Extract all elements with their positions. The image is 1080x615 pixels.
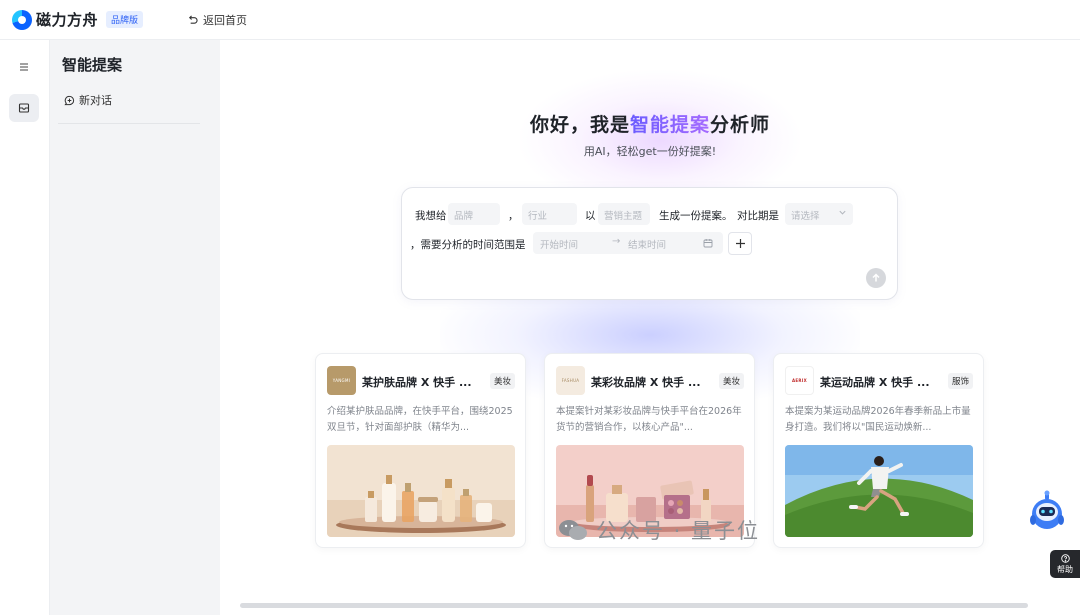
new-chat-label: 新对话 bbox=[79, 94, 112, 107]
date-range-picker[interactable]: 开始时间 → 结束时间 bbox=[533, 232, 723, 254]
plus-icon bbox=[735, 239, 745, 248]
card-tag: 服饰 bbox=[947, 373, 973, 389]
brand-input[interactable]: 品牌 bbox=[448, 203, 500, 225]
card-description: 本提案为某运动品牌2026年春季新品上市量身打造。我们将以"国民运动焕新... bbox=[785, 406, 971, 433]
prompt-text-1: 我想给 bbox=[415, 210, 447, 222]
hero-title: 你好，我是智能提案分析师 bbox=[220, 110, 1080, 137]
logo-text: 磁力方舟 bbox=[36, 11, 99, 29]
sidebar-divider bbox=[58, 123, 200, 124]
help-button[interactable]: 帮助 bbox=[1050, 550, 1080, 578]
compare-period-placeholder: 请选择 bbox=[791, 211, 820, 222]
undo-icon bbox=[189, 15, 198, 24]
industry-input[interactable]: 行业 bbox=[522, 203, 577, 225]
icon-rail bbox=[0, 40, 50, 615]
card-description: 本提案针对某彩妆品牌与快手平台在2026年货节的营销合作，以核心产品"... bbox=[556, 406, 742, 433]
top-bar: 磁力方舟 品牌版 返回首页 bbox=[0, 0, 1080, 40]
proposal-nav-button[interactable] bbox=[9, 94, 39, 122]
calendar-icon bbox=[703, 239, 713, 248]
send-button[interactable] bbox=[866, 268, 886, 288]
horizontal-scrollbar[interactable] bbox=[240, 603, 1028, 608]
help-label: 帮助 bbox=[1057, 564, 1073, 574]
start-date-placeholder: 开始时间 bbox=[540, 240, 579, 251]
help-icon bbox=[1060, 553, 1070, 563]
prompt-text-2: 以 bbox=[585, 210, 596, 222]
end-date-placeholder: 结束时间 bbox=[628, 240, 667, 251]
sidebar-title: 智能提案 bbox=[62, 56, 123, 74]
hero-title-prefix: 你好，我是 bbox=[529, 114, 630, 136]
skincare-products-image bbox=[327, 445, 515, 537]
card-description: 介绍某护肤品品牌，在快手平台，围绕2025双旦节，针对面部护肤（精华为... bbox=[327, 406, 513, 433]
card-title: 某运动品牌 X 快手 ... bbox=[820, 376, 930, 389]
hero-subtitle: 用AI，轻松get一份好提案! bbox=[583, 145, 717, 158]
card-title: 某彩妆品牌 X 快手 ... bbox=[591, 376, 701, 389]
sidebar: 智能提案 新对话 bbox=[50, 40, 220, 615]
arrow-up-icon bbox=[872, 273, 880, 282]
prompt-text-4: 对比期是 bbox=[737, 210, 779, 222]
brand-logo: AERIX bbox=[785, 366, 814, 395]
inbox-icon bbox=[18, 103, 30, 113]
watermark-text: 公众号 · 量子位 bbox=[596, 519, 761, 543]
card-tag: 美妆 bbox=[718, 373, 744, 389]
menu-toggle-button[interactable] bbox=[9, 53, 39, 81]
chevron-down-icon bbox=[839, 210, 846, 215]
edition-badge: 品牌版 bbox=[106, 11, 144, 28]
watermark: 公众号 · 量子位 bbox=[558, 515, 760, 545]
logo-icon bbox=[12, 9, 32, 30]
brand-logo: FASHUA bbox=[556, 366, 585, 395]
topic-input[interactable]: 营销主题 bbox=[598, 203, 650, 225]
prompt-text-5: ，需要分析的时间范围是 bbox=[410, 239, 526, 251]
prompt-text-3: 生成一份提案。 bbox=[659, 210, 733, 222]
prompt-comma-1: ， bbox=[508, 210, 519, 222]
range-arrow-icon: → bbox=[612, 236, 621, 247]
wechat-icon bbox=[559, 520, 587, 540]
add-condition-button[interactable] bbox=[728, 232, 752, 255]
card-title: 某护肤品牌 X 快手 ... bbox=[362, 376, 472, 389]
brand-logo: YANGMI bbox=[327, 366, 356, 395]
prompt-composer: 我想给 品牌 ， 行业 以 营销主题 生成一份提案。 对比期是 请选择 ，需要分… bbox=[401, 187, 898, 300]
new-chat-button[interactable]: 新对话 bbox=[64, 92, 112, 108]
add-chat-icon bbox=[64, 95, 75, 105]
proposal-card-sportswear[interactable]: AERIX 某运动品牌 X 快手 ... 服饰 本提案为某运动品牌2026年春季… bbox=[773, 353, 984, 548]
card-tag: 美妆 bbox=[489, 373, 515, 389]
runner-image bbox=[785, 445, 973, 537]
back-to-home-link[interactable]: 返回首页 bbox=[187, 12, 247, 28]
hero-title-suffix: 分析师 bbox=[710, 114, 771, 136]
compare-period-select[interactable]: 请选择 bbox=[785, 203, 853, 225]
robot-assistant-icon[interactable] bbox=[1029, 490, 1065, 532]
proposal-card-skincare[interactable]: YANGMI 某护肤品牌 X 快手 ... 美妆 介绍某护肤品品牌，在快手平台，… bbox=[315, 353, 526, 548]
hamburger-icon bbox=[20, 63, 28, 71]
back-label: 返回首页 bbox=[203, 13, 248, 27]
hero-title-accent: 智能提案 bbox=[629, 114, 710, 136]
